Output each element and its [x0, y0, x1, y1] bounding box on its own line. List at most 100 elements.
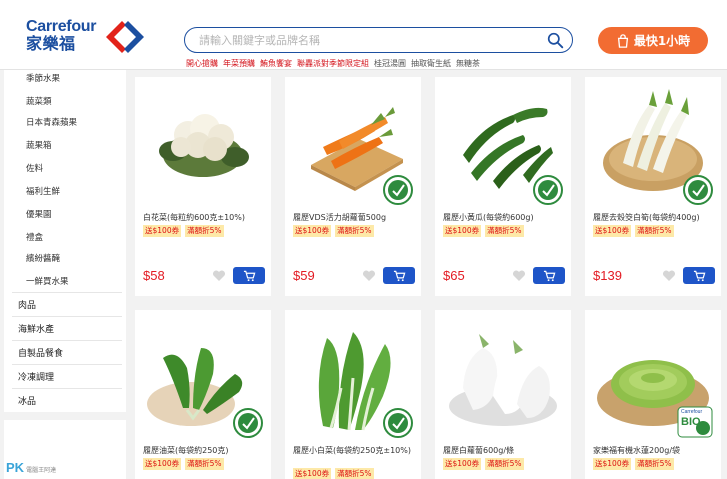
sidebar-category-item[interactable]: 自製品餐食 [18, 346, 63, 359]
certification-badge-icon [233, 408, 263, 438]
promo-tags: 送$100券 滿額折5% [443, 458, 524, 470]
product-price: $65 [443, 268, 465, 283]
product-card[interactable]: 履歷油菜(每袋約250克) 送$100券 滿額折5% [135, 310, 271, 479]
discount-tag: 滿額折5% [485, 458, 524, 470]
sidebar-category-item[interactable]: 海鮮水產 [18, 322, 54, 335]
search-box[interactable] [184, 27, 573, 53]
product-name[interactable]: 履歷小白菜(每袋約250克±10%) [293, 445, 419, 456]
hot-keyword-link[interactable]: 無糖茶 [456, 59, 480, 68]
category-sidebar: 季節水果蔬菜類日本青森蘋果 蔬果箱佐料福利生鮮優果園禮盒繽紛醬醃一鮮買水果肉品海鮮… [4, 70, 126, 412]
watermark-small: 電腦王阿達 [26, 468, 57, 474]
sidebar-category-item[interactable]: 肉品 [18, 298, 36, 311]
cart-icon [543, 270, 555, 281]
search-input[interactable] [199, 31, 539, 49]
product-name[interactable]: 家樂福有機水蓮200g/袋 [593, 445, 719, 456]
product-card[interactable]: 履歷小黃瓜(每袋約600g) 送$100券 滿額折5% $65 [435, 77, 571, 296]
sidebar-divider [12, 364, 122, 365]
shopping-bag-icon [617, 33, 628, 48]
product-price: $139 [593, 268, 622, 283]
sidebar-category-item[interactable]: 冰品 [18, 394, 36, 407]
fast-delivery-label: 最快1小時 [633, 34, 691, 48]
hot-keyword-link[interactable]: 桂冠湯圓 [374, 59, 406, 68]
coupon-tag: 送$100券 [593, 225, 632, 237]
sidebar-divider [12, 340, 122, 341]
product-card[interactable]: 履歷白蘿蔔600g/條 送$100券 滿額折5% [435, 310, 571, 479]
watermark-text: PK [6, 460, 25, 475]
sidebar-divider [12, 316, 122, 317]
promo-tags: 送$100券 滿額折5% [143, 225, 224, 237]
discount-tag: 滿額折5% [335, 225, 374, 237]
coupon-tag: 送$100券 [443, 225, 482, 237]
hot-keyword-link[interactable]: 鮪魚饗宴 [260, 59, 292, 68]
certification-badge-icon [533, 175, 563, 205]
certification-badge-icon [383, 175, 413, 205]
favorite-heart-icon[interactable] [512, 270, 526, 282]
add-to-cart-button[interactable] [683, 267, 715, 284]
promo-tags: 送$100券 滿額折5% [593, 458, 674, 470]
discount-tag: 滿額折5% [185, 458, 224, 470]
carrefour-logo-mark-icon[interactable] [100, 17, 150, 57]
favorite-heart-icon[interactable] [662, 270, 676, 282]
product-name[interactable]: 履歷白蘿蔔600g/條 [443, 445, 569, 456]
sidebar-divider [12, 388, 122, 389]
product-card[interactable]: 白花菜(每粒約600克±10%) 送$100券 滿額折5% $58 [135, 77, 271, 296]
cart-icon [393, 270, 405, 281]
product-price: $58 [143, 268, 165, 283]
product-name[interactable]: 履歷小黃瓜(每袋約600g) [443, 212, 569, 223]
product-card[interactable]: Carrefour BIO 家樂福有機水蓮200g/袋 送$100券 滿額折5% [585, 310, 721, 479]
coupon-tag: 送$100券 [293, 468, 332, 479]
hot-keyword-link[interactable]: 抽取衛生紙 [411, 59, 451, 68]
product-image-radish[interactable] [443, 318, 563, 438]
sidebar-subcategory-item[interactable]: 優果園 [26, 208, 52, 220]
hot-keywords: 開心搶購 年菜預購 鮪魚饗宴 聯轟派對季節限定組 桂冠湯圓 抽取衛生紙 無糖茶 [186, 59, 485, 69]
product-name[interactable]: 履歷去殼筊白筍(每袋約400g) [593, 212, 719, 223]
header: Carrefour 家樂福 開心搶購年菜預購鮪魚饗宴聯轟派對季節限定組桂冠湯圓抽… [0, 0, 727, 70]
discount-tag: 滿額折5% [185, 225, 224, 237]
add-to-cart-button[interactable] [233, 267, 265, 284]
coupon-tag: 送$100券 [143, 458, 182, 470]
sidebar-divider [12, 292, 122, 293]
sidebar-subcategory-item[interactable]: 福利生鮮 [26, 185, 60, 197]
sidebar-subcategory-item[interactable]: 日本青森蘋果 [26, 116, 77, 128]
discount-tag: 滿額折5% [335, 468, 374, 479]
product-name[interactable]: 履歷油菜(每袋約250克) [143, 445, 269, 456]
hot-keyword-link[interactable]: 年菜預購 [223, 59, 255, 68]
add-to-cart-button[interactable] [383, 267, 415, 284]
hot-keyword-link[interactable]: 聯轟派對季節限定組 [297, 59, 369, 68]
sidebar-subcategory-item[interactable]: 佐料 [26, 162, 43, 174]
promo-tags: 送$100券 滿額折5% [293, 225, 374, 237]
carrefour-logo[interactable]: Carrefour 家樂福 [26, 19, 97, 53]
sidebar-subcategory-item[interactable]: 一鮮買水果 [26, 275, 69, 287]
search-icon[interactable] [547, 32, 564, 49]
favorite-heart-icon[interactable] [362, 270, 376, 282]
fast-delivery-button[interactable]: 最快1小時 [598, 27, 708, 54]
product-image-cauliflower[interactable] [143, 85, 263, 205]
favorite-heart-icon[interactable] [212, 270, 226, 282]
product-price: $59 [293, 268, 315, 283]
coupon-tag: 送$100券 [593, 458, 632, 470]
discount-tag: 滿額折5% [635, 225, 674, 237]
add-to-cart-button[interactable] [533, 267, 565, 284]
hot-keyword-link[interactable]: 開心搶購 [186, 59, 218, 68]
promo-tags: 送$100券 滿額折5% [593, 225, 674, 237]
sidebar-subcategory-item[interactable]: 蔬果箱 [26, 139, 52, 151]
discount-tag: 滿額折5% [635, 458, 674, 470]
product-name[interactable]: 履歷VDS活力胡蘿蔔500g [293, 212, 419, 223]
sidebar-subcategory-item[interactable]: 繽紛醬醃 [26, 252, 60, 264]
sidebar-category-item[interactable]: 冷凍調理 [18, 370, 54, 383]
coupon-tag: 送$100券 [143, 225, 182, 237]
bio-badge-brand: Carrefour [681, 409, 703, 415]
product-card[interactable]: 履歷去殼筊白筍(每袋約400g) 送$100券 滿額折5% $139 [585, 77, 721, 296]
product-card[interactable]: 履歷小白菜(每袋約250克±10%) 送$100券 滿額折5% [285, 310, 421, 479]
coupon-tag: 送$100券 [293, 225, 332, 237]
sidebar-subcategory-item[interactable]: 蔬菜類 [26, 95, 52, 107]
cart-icon [693, 270, 705, 281]
logo-text-zh: 家樂福 [26, 34, 76, 53]
discount-tag: 滿額折5% [485, 225, 524, 237]
sidebar-subcategory-item[interactable]: 禮盒 [26, 231, 43, 243]
sidebar-subcategory-item[interactable]: 季節水果 [26, 72, 60, 84]
product-name[interactable]: 白花菜(每粒約600克±10%) [143, 212, 269, 223]
bio-badge-text: BIO [681, 416, 701, 428]
product-card[interactable]: 履歷VDS活力胡蘿蔔500g 送$100券 滿額折5% $59 [285, 77, 421, 296]
certification-badge-icon [383, 408, 413, 438]
